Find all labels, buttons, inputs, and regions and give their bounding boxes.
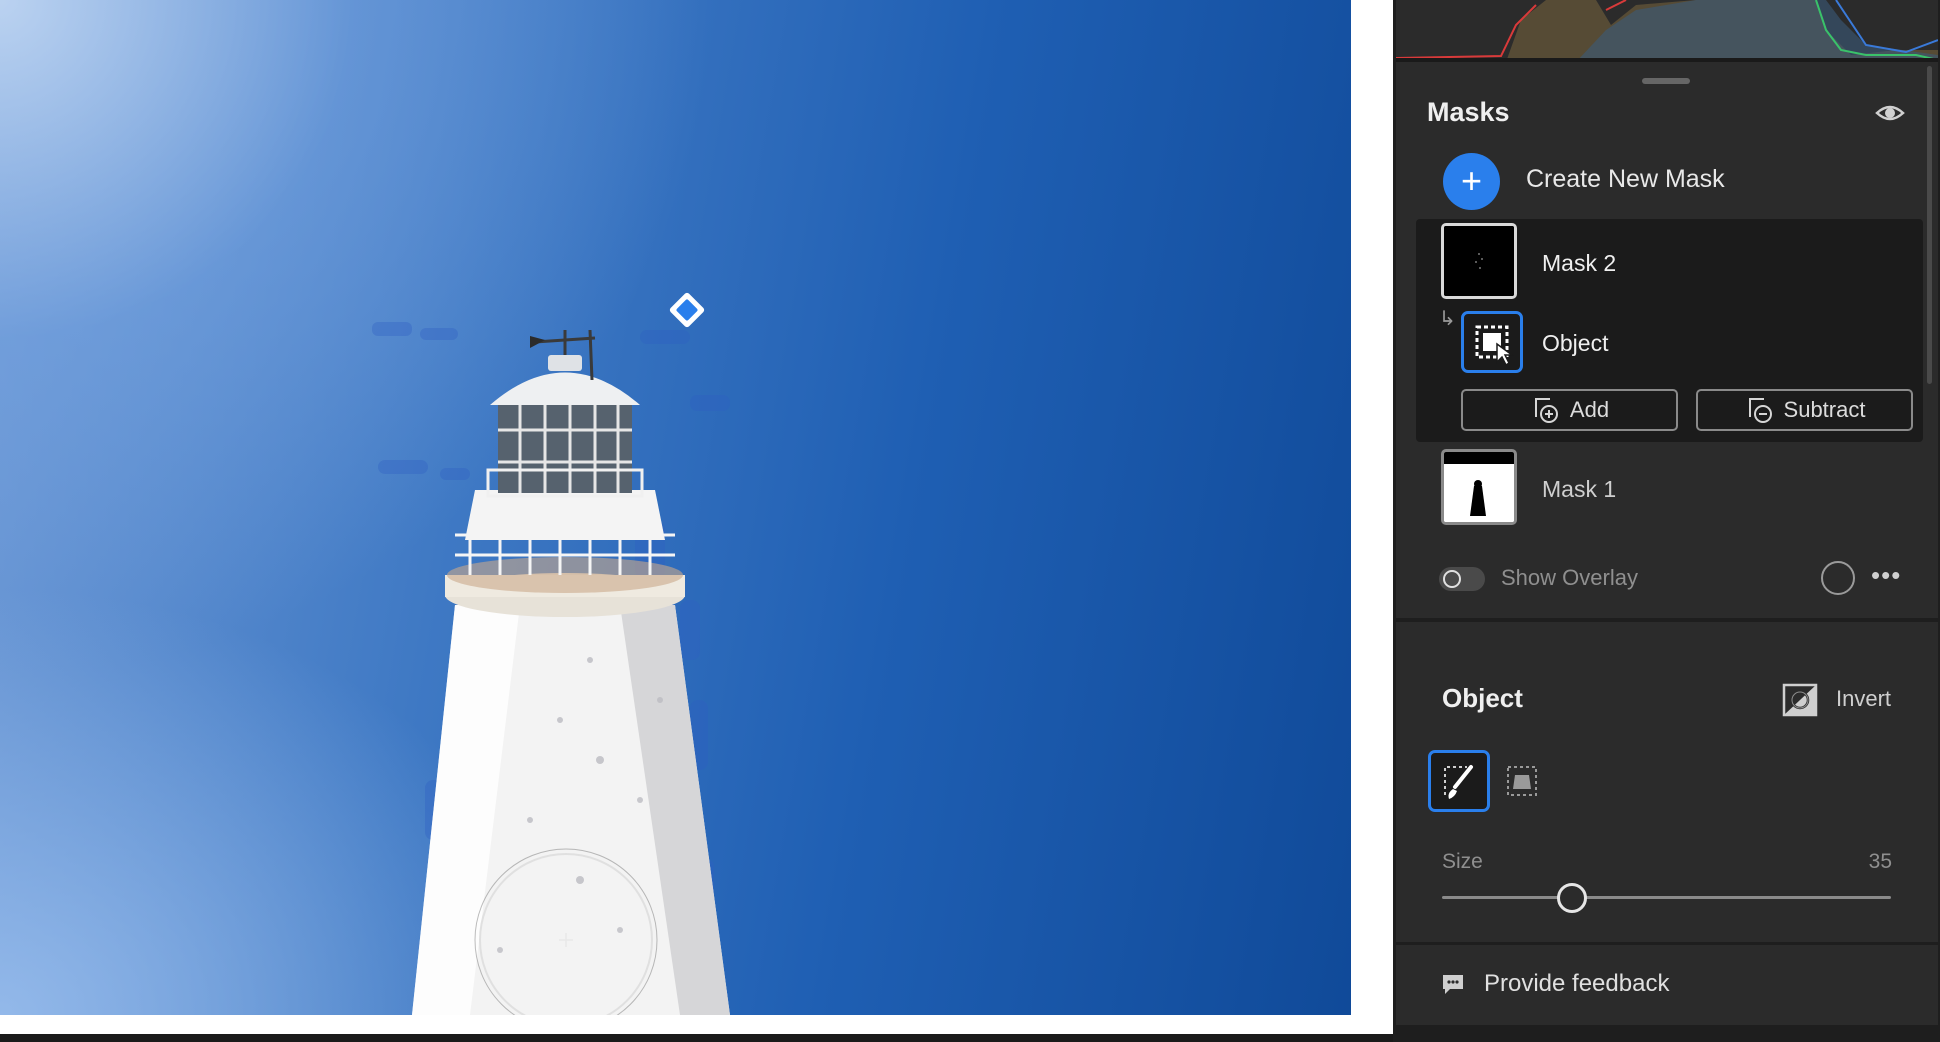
masks-title: Masks — [1427, 97, 1510, 127]
lighthouse-photo[interactable] — [0, 0, 1351, 1015]
mask-2-thumbnail[interactable] — [1441, 223, 1517, 299]
show-overlay-label[interactable]: Show Overlay — [1501, 565, 1638, 591]
mask-2-thumbnail-preview — [1444, 226, 1514, 296]
add-icon — [1534, 398, 1558, 423]
mask-1-thumbnail[interactable] — [1441, 449, 1517, 525]
sub-mask-arrow-icon: ↳ — [1439, 308, 1456, 330]
histogram-graph — [1396, 0, 1938, 62]
histogram — [1396, 0, 1938, 62]
photo-canvas[interactable] — [0, 0, 1393, 1042]
show-overlay-toggle-knob — [1443, 570, 1461, 588]
overlay-color-icon[interactable] — [1821, 561, 1855, 595]
more-options-icon[interactable]: ••• — [1871, 560, 1901, 591]
object-settings-title: Object — [1442, 683, 1523, 713]
size-slider-track[interactable] — [1442, 896, 1891, 899]
subtract-icon — [1748, 398, 1772, 423]
mask-1-label[interactable]: Mask 1 — [1542, 476, 1616, 503]
add-label: Add — [1569, 397, 1610, 422]
object-select-icon[interactable] — [1461, 311, 1523, 373]
subtract-label: Subtract — [1783, 397, 1866, 422]
brush-tool-button[interactable] — [1428, 750, 1490, 812]
create-new-mask-button[interactable]: + — [1443, 153, 1500, 210]
photo-content — [372, 292, 730, 1015]
panel-drag-handle[interactable] — [1642, 78, 1690, 84]
object-submask-label[interactable]: Object — [1542, 330, 1608, 357]
rectangle-select-icon[interactable] — [1504, 763, 1540, 799]
invert-label[interactable]: Invert — [1836, 686, 1891, 712]
create-new-mask-label[interactable]: Create New Mask — [1526, 165, 1725, 194]
subtract-button[interactable]: Subtract — [1696, 389, 1913, 431]
mask-2-label[interactable]: Mask 2 — [1542, 250, 1616, 277]
size-label: Size — [1442, 850, 1483, 873]
size-slider-thumb[interactable] — [1557, 883, 1588, 913]
panel-bottom-strip — [1396, 1025, 1938, 1042]
mask-pin-icon — [669, 292, 705, 328]
mask-1-thumbnail-preview — [1444, 452, 1514, 522]
eye-icon[interactable] — [1875, 100, 1905, 126]
speech-bubble-icon[interactable] — [1441, 972, 1465, 996]
add-button[interactable]: Add — [1461, 389, 1678, 431]
lantern-room — [498, 405, 632, 493]
panel-scrollbar[interactable] — [1927, 66, 1932, 384]
canvas-bottom-edge — [0, 1034, 1393, 1042]
size-value[interactable]: 35 — [1866, 850, 1892, 874]
brush-icon — [1444, 765, 1473, 799]
provide-feedback-link[interactable]: Provide feedback — [1484, 970, 1669, 998]
invert-icon[interactable] — [1782, 683, 1818, 717]
lighthouse-dome — [490, 372, 640, 405]
